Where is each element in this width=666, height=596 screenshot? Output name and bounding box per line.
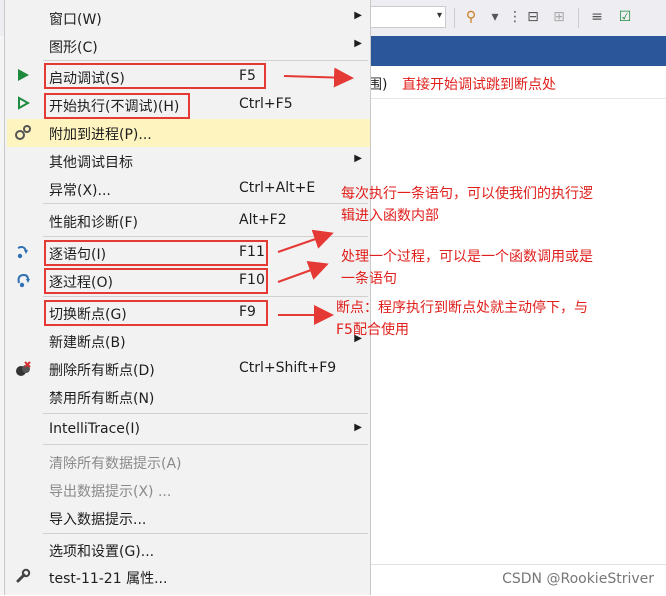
menu-separator xyxy=(43,533,368,534)
menu-item-label: 选项和设置(G)... xyxy=(49,544,155,560)
document-tab-bar xyxy=(370,36,666,66)
menu-item-shortcut: Ctrl+F5 xyxy=(239,96,293,112)
annotation-line: 处理一个过程，可以是一个函数调用或是 xyxy=(341,249,593,265)
menu-separator xyxy=(43,236,368,237)
menu-item-label: 异常(X)... xyxy=(49,183,111,199)
menu-item-disable-all-breakpoints[interactable]: 禁用所有断点(N) xyxy=(7,383,370,411)
annotation-line: 一条语句 xyxy=(341,271,397,287)
menu-item-label: 清除所有数据提示(A) xyxy=(49,456,182,472)
menu-item-options-settings[interactable]: 选项和设置(G)... xyxy=(7,536,370,564)
menu-item-shortcut: Ctrl+Shift+F9 xyxy=(239,360,337,376)
menu-item-label: 导入数据提示... xyxy=(49,512,147,528)
step-into-icon xyxy=(13,244,33,262)
highlight-step-into xyxy=(44,240,268,266)
menu-item-other-debug-targets[interactable]: 其他调试目标 ▶ xyxy=(7,147,370,175)
menu-item-import-datatips[interactable]: 导入数据提示... xyxy=(7,504,370,532)
wrench-icon xyxy=(13,568,33,586)
menu-item-clear-datatips: 清除所有数据提示(A) xyxy=(7,448,370,476)
annotation-line: 每次执行一条语句，可以使我们的执行逻 xyxy=(341,186,593,202)
toolbar-grip-icon: ⋮ xyxy=(508,9,522,25)
menu-item-label: 窗口(W) xyxy=(49,12,102,28)
menu-item-new-breakpoint[interactable]: 新建断点(B) ▶ xyxy=(7,327,370,355)
menu-separator xyxy=(43,296,368,297)
menu-item-label: 新建断点(B) xyxy=(49,335,126,351)
menu-item-label: 其他调试目标 xyxy=(49,155,133,171)
highlight-start-without-debugging xyxy=(44,93,190,119)
toolbar-separator xyxy=(454,8,455,28)
menu-item-label: 性能和诊断(F) xyxy=(49,215,138,231)
menu-item-export-datatips: 导出数据提示(X) ... xyxy=(7,476,370,504)
bookmark-list-icon[interactable]: ⊞ xyxy=(550,8,568,26)
submenu-arrow-icon: ▶ xyxy=(354,38,362,49)
step-over-icon xyxy=(13,272,33,290)
menu-item-delete-all-breakpoints[interactable]: 删除所有断点(D) Ctrl+Shift+F9 xyxy=(7,355,370,383)
menu-item-label: 禁用所有断点(N) xyxy=(49,391,155,407)
play-icon xyxy=(13,68,33,86)
menu-item-exceptions[interactable]: 异常(X)... Ctrl+Alt+E xyxy=(7,175,370,203)
annotation-line: F5配合使用 xyxy=(336,322,409,338)
menu-separator xyxy=(43,60,368,61)
annotation-start-debugging: 直接开始调试跳到断点处 xyxy=(402,77,556,93)
menu-item-shortcut: Ctrl+Alt+E xyxy=(239,180,316,196)
indent-icon[interactable]: ≡ xyxy=(588,8,606,26)
highlight-step-over xyxy=(44,268,268,294)
menu-item-project-properties[interactable]: test-11-21 属性... xyxy=(7,563,370,591)
menu-item-shortcut: Alt+F2 xyxy=(239,212,287,228)
solution-config-combo[interactable]: ▾ xyxy=(370,6,446,28)
dropdown-icon[interactable]: ▾ xyxy=(486,8,504,26)
annotation-line: 断点：程序执行到断点处就主动停下，与 xyxy=(336,300,588,316)
navigation-bar: 围) 直接开始调试跳到断点处 xyxy=(368,70,666,99)
highlight-start-debugging xyxy=(44,63,266,89)
gears-icon xyxy=(13,124,33,142)
find-icon[interactable]: ⚲ xyxy=(462,8,480,26)
delete-breakpoints-icon xyxy=(13,360,33,378)
menu-item-graphics[interactable]: 图形(C) ▶ xyxy=(7,32,370,60)
menu-item-label: 附加到进程(P)... xyxy=(49,127,152,143)
play-outline-icon xyxy=(13,96,33,114)
menu-item-label: test-11-21 属性... xyxy=(49,571,168,587)
debug-menu: 窗口(W) ▶ 图形(C) ▶ 启动调试(S) F5 开始执行(不调试)(H) … xyxy=(4,0,371,595)
menu-separator xyxy=(43,413,368,414)
menu-item-label: 删除所有断点(D) xyxy=(49,363,155,379)
menu-item-performance-diagnostics[interactable]: 性能和诊断(F) Alt+F2 xyxy=(7,207,370,235)
watermark: CSDN @RookieStriver xyxy=(502,571,654,587)
annotation-line: 辑进入函数内部 xyxy=(341,208,439,224)
menu-separator xyxy=(43,203,368,204)
annotation-breakpoint: 断点：程序执行到断点处就主动停下，与 F5配合使用 xyxy=(336,297,588,341)
menu-item-label: IntelliTrace(I) xyxy=(49,421,140,437)
submenu-arrow-icon: ▶ xyxy=(354,422,362,433)
submenu-arrow-icon: ▶ xyxy=(354,10,362,21)
menu-item-window[interactable]: 窗口(W) ▶ xyxy=(7,4,370,32)
menu-item-intellitrace[interactable]: IntelliTrace(I) ▶ xyxy=(7,416,370,444)
bookmark-icon[interactable]: ⊟ xyxy=(524,8,542,26)
highlight-toggle-breakpoint xyxy=(44,300,268,326)
submenu-arrow-icon: ▶ xyxy=(354,153,362,164)
menu-item-label: 导出数据提示(X) ... xyxy=(49,484,172,500)
annotation-step-into: 每次执行一条语句，可以使我们的执行逻 辑进入函数内部 xyxy=(341,183,593,227)
menu-item-label: 图形(C) xyxy=(49,40,98,56)
chevron-down-icon: ▾ xyxy=(436,10,442,21)
comment-icon[interactable]: ☑ xyxy=(616,8,634,26)
toolbar-separator xyxy=(578,8,579,28)
menu-item-attach-to-process[interactable]: 附加到进程(P)... xyxy=(7,119,370,147)
menu-separator xyxy=(43,444,368,445)
annotation-step-over: 处理一个过程，可以是一个函数调用或是 一条语句 xyxy=(341,246,593,290)
